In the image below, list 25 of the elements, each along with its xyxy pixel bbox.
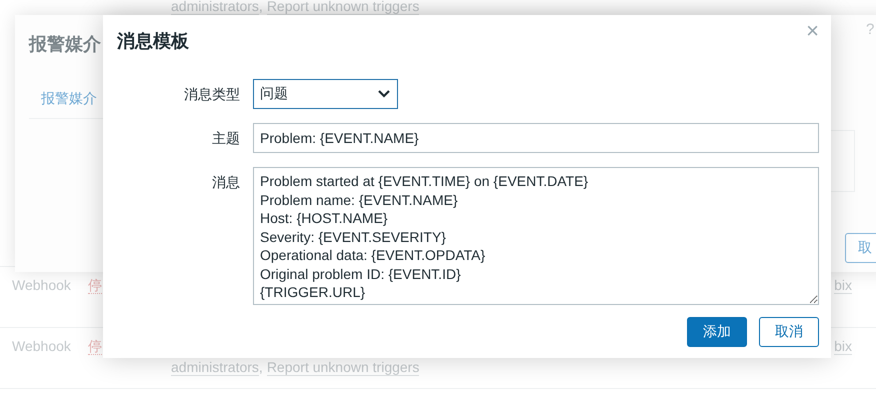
help-icon[interactable]: ?	[866, 21, 874, 38]
subject-input[interactable]: Problem: {EVENT.NAME}	[253, 123, 819, 153]
field-label: 消息	[211, 173, 240, 192]
media-type-text: Webhook	[12, 337, 72, 356]
separator-text: ,	[258, 359, 263, 375]
media-type-text: Webhook	[12, 276, 72, 295]
message-textarea[interactable]: Problem started at {EVENT.TIME} on {EVENT.DATE} Problem name: {EVENT.NAME} Host: {HOST.NAME} Severity: {EVENT.SEVERITY} Operational data: {EVENT.OPDATA} Original problem ID: {EVENT.ID} {TRIGGER.URL}	[253, 167, 819, 305]
message-type-select[interactable]: 问题	[253, 79, 398, 109]
close-button[interactable]: ×	[802, 19, 823, 43]
trigger-link[interactable]: Report unknown triggers	[266, 359, 420, 376]
dialog-title: 消息模板	[117, 30, 189, 53]
table-cell: bix	[834, 275, 852, 294]
cancel-button[interactable]: 取	[845, 233, 876, 263]
tab[interactable]: 报警媒介	[41, 90, 97, 108]
status-link[interactable]: 停	[88, 275, 102, 294]
trigger-link[interactable]: administrators	[171, 359, 259, 376]
table-cell: bix	[834, 336, 852, 355]
field-label: 消息类型	[183, 85, 240, 104]
cancel-button[interactable]: 取消	[759, 317, 819, 347]
separator-text: ,	[258, 0, 263, 14]
status-link[interactable]: 停	[88, 336, 102, 355]
add-button[interactable]: 添加	[687, 317, 747, 347]
chevron-down-icon	[377, 89, 391, 99]
field-label: 主题	[211, 129, 240, 148]
dialog-title: 报警媒介	[29, 33, 101, 56]
